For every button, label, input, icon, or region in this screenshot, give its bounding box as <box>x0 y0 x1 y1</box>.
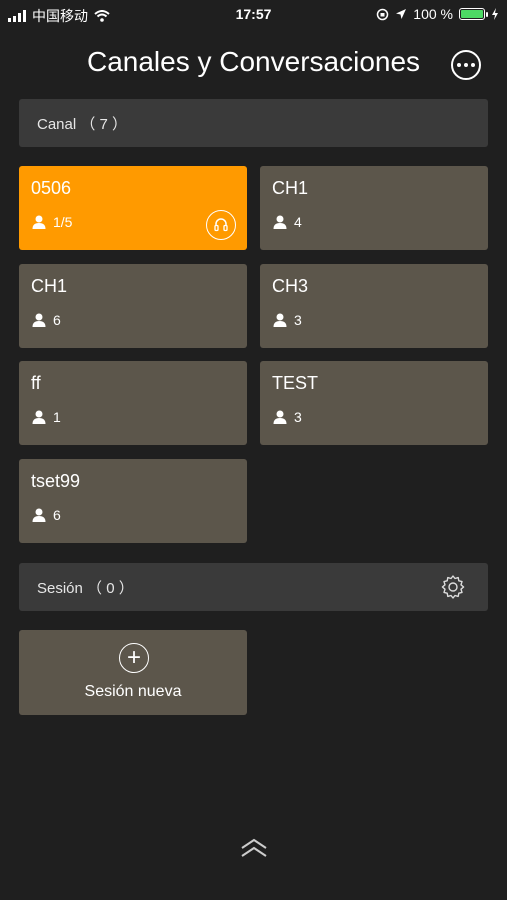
channel-card[interactable]: CH1 6 <box>19 264 247 348</box>
member-count: 3 <box>294 312 302 328</box>
headset-glyph <box>214 218 228 232</box>
ellipsis-icon <box>457 63 461 67</box>
member-count: 3 <box>294 409 302 425</box>
member-count: 1/5 <box>53 214 73 230</box>
channel-section-header[interactable]: Canal （ 7 ） <box>19 99 488 147</box>
ellipsis-dot <box>464 63 468 67</box>
channel-name: CH1 <box>31 276 68 296</box>
channel-name: ff <box>31 373 41 393</box>
member-count: 4 <box>294 214 302 230</box>
channel-name: tset99 <box>31 471 81 491</box>
channel-members: 6 <box>31 312 61 328</box>
channel-members: 6 <box>31 507 61 523</box>
new-session-button[interactable]: + Sesión nueva <box>19 630 247 715</box>
session-section-label: Sesión （ 0 ） <box>37 579 134 597</box>
status-bar: 中国移动 17:57 100 % <box>0 0 507 28</box>
channel-card[interactable]: 0506 1/5 <box>19 166 247 250</box>
channel-name: CH1 <box>272 178 309 198</box>
charging-icon <box>492 8 498 20</box>
person-icon <box>273 215 287 229</box>
member-count: 6 <box>53 507 61 523</box>
status-right: 100 % <box>376 6 499 22</box>
more-options-button[interactable] <box>451 50 481 80</box>
channel-members: 1 <box>31 409 61 425</box>
person-icon <box>32 313 46 327</box>
battery-icon <box>459 8 488 20</box>
new-session-label: Sesión nueva <box>84 683 182 700</box>
channel-name: CH3 <box>272 276 309 296</box>
headset-icon[interactable] <box>206 210 236 240</box>
channel-card[interactable]: CH3 3 <box>260 264 488 348</box>
rotation-lock-icon <box>377 8 389 20</box>
battery-percent: 100 % <box>413 6 453 22</box>
chevron-up-double-icon[interactable] <box>240 836 268 860</box>
channel-members: 3 <box>272 312 302 328</box>
member-count: 1 <box>53 409 61 425</box>
ellipsis-dot <box>471 63 475 67</box>
page-title: Canales y Conversaciones <box>86 46 421 77</box>
channel-name: 0506 <box>31 178 72 198</box>
channel-section-label: Canal （ 7 ） <box>37 115 128 133</box>
person-icon <box>273 410 287 424</box>
person-icon <box>32 215 46 229</box>
channel-members: 4 <box>272 214 302 230</box>
channel-card[interactable]: CH1 4 <box>260 166 488 250</box>
channel-card[interactable]: TEST 3 <box>260 361 488 445</box>
plus-icon: + <box>119 643 149 673</box>
channel-members: 1/5 <box>31 214 72 230</box>
location-icon <box>396 9 407 19</box>
session-section-header[interactable]: Sesión （ 0 ） <box>19 563 488 611</box>
channel-members: 3 <box>272 409 302 425</box>
gear-icon[interactable] <box>440 574 466 600</box>
person-icon <box>32 508 46 522</box>
person-icon <box>273 313 287 327</box>
person-icon <box>32 410 46 424</box>
channel-card[interactable]: tset99 6 <box>19 459 247 543</box>
channel-card[interactable]: ff 1 <box>19 361 247 445</box>
member-count: 6 <box>53 312 61 328</box>
channel-name: TEST <box>272 373 319 393</box>
